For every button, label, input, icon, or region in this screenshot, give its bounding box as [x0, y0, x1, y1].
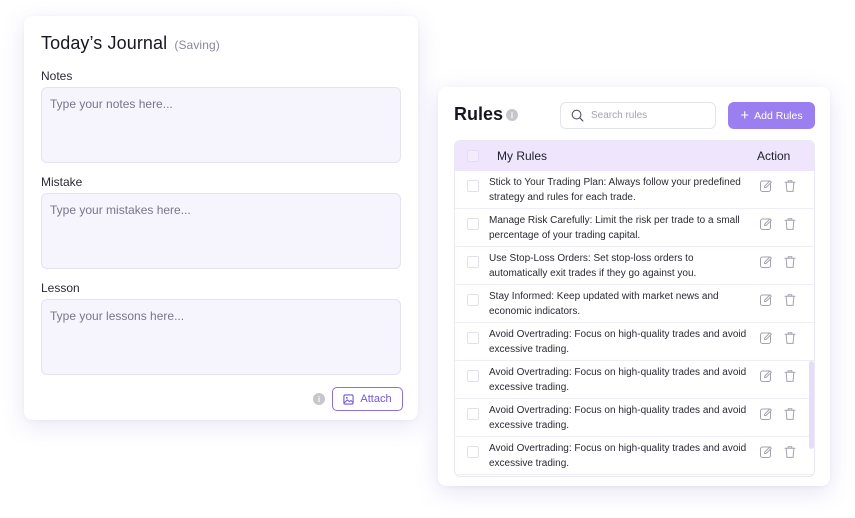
info-icon[interactable]: i: [313, 393, 325, 405]
edit-icon[interactable]: [759, 217, 773, 231]
trash-icon[interactable]: [783, 179, 797, 193]
rules-card: Rules i + Add Rules My Rules Action Stic…: [438, 87, 830, 486]
attach-label: Attach: [360, 393, 392, 405]
row-checkbox[interactable]: [467, 294, 479, 306]
table-row: Stick to Your Trading Plan: Always follo…: [455, 171, 814, 209]
row-checkbox[interactable]: [467, 180, 479, 192]
mistake-label: Mistake: [41, 175, 83, 189]
rule-text: Stay Informed: Keep updated with market …: [489, 291, 719, 317]
row-checkbox[interactable]: [467, 218, 479, 230]
lesson-field[interactable]: [41, 299, 401, 375]
add-rules-button[interactable]: + Add Rules: [728, 102, 815, 129]
rule-text: Avoid Overtrading: Focus on high-quality…: [489, 367, 747, 393]
row-checkbox[interactable]: [467, 370, 479, 382]
rules-title: Rules: [454, 104, 504, 124]
app-stage: Today’s Journal (Saving) Notes Mistake L…: [0, 0, 855, 518]
add-rules-label: Add Rules: [754, 109, 803, 122]
table-header: My Rules Action: [455, 141, 814, 171]
row-checkbox[interactable]: [467, 446, 479, 458]
edit-icon[interactable]: [759, 293, 773, 307]
journal-title-text: Today’s Journal: [41, 33, 168, 53]
search-box[interactable]: [560, 102, 716, 129]
edit-icon[interactable]: [759, 179, 773, 193]
rule-text: Avoid Overtrading: Focus on high-quality…: [489, 443, 747, 469]
table-row: Avoid Overtrading: Focus on high-quality…: [455, 323, 814, 361]
edit-icon[interactable]: [759, 255, 773, 269]
rule-text: Avoid Overtrading: Focus on high-quality…: [489, 329, 747, 355]
saving-status: (Saving): [174, 38, 220, 52]
select-all-checkbox[interactable]: [467, 150, 479, 162]
lesson-label: Lesson: [41, 281, 80, 295]
edit-icon[interactable]: [759, 445, 773, 459]
notes-field[interactable]: [41, 87, 401, 163]
trash-icon[interactable]: [783, 331, 797, 345]
table-row: Stay Informed: Keep updated with market …: [455, 285, 814, 323]
attach-button[interactable]: Attach: [332, 387, 403, 411]
journal-card: Today’s Journal (Saving) Notes Mistake L…: [24, 16, 418, 420]
mistake-field[interactable]: [41, 193, 401, 269]
table-body: Stick to Your Trading Plan: Always follo…: [455, 171, 814, 475]
trash-icon[interactable]: [783, 445, 797, 459]
trash-icon[interactable]: [783, 293, 797, 307]
table-row: Avoid Overtrading: Focus on high-quality…: [455, 399, 814, 437]
info-icon[interactable]: i: [506, 109, 518, 121]
table-row: Manage Risk Carefully: Limit the risk pe…: [455, 209, 814, 247]
image-icon: [343, 393, 355, 405]
trash-icon[interactable]: [783, 217, 797, 231]
rule-text: Use Stop-Loss Orders: Set stop-loss orde…: [489, 253, 697, 279]
table-row: Avoid Overtrading: Focus on high-quality…: [455, 437, 814, 475]
rule-text: Avoid Overtrading: Focus on high-quality…: [489, 405, 747, 431]
trash-icon[interactable]: [783, 255, 797, 269]
notes-label: Notes: [41, 69, 73, 83]
row-checkbox[interactable]: [467, 408, 479, 420]
journal-title: Today’s Journal (Saving): [41, 33, 220, 54]
trash-icon[interactable]: [783, 407, 797, 421]
edit-icon[interactable]: [759, 331, 773, 345]
trash-icon[interactable]: [783, 369, 797, 383]
rule-text: Manage Risk Carefully: Limit the risk pe…: [489, 215, 740, 241]
plus-icon: +: [740, 106, 750, 124]
row-checkbox[interactable]: [467, 256, 479, 268]
rules-table: My Rules Action Stick to Your Trading Pl…: [454, 140, 815, 477]
edit-icon[interactable]: [759, 407, 773, 421]
search-icon: [571, 109, 584, 122]
table-row: Avoid Overtrading: Focus on high-quality…: [455, 361, 814, 399]
row-checkbox[interactable]: [467, 332, 479, 344]
table-row: Use Stop-Loss Orders: Set stop-loss orde…: [455, 247, 814, 285]
rule-text: Stick to Your Trading Plan: Always follo…: [489, 177, 741, 203]
edit-icon[interactable]: [759, 369, 773, 383]
column-header-my-rules: My Rules: [497, 149, 548, 163]
search-input[interactable]: [591, 110, 703, 121]
column-header-action: Action: [757, 149, 791, 163]
scrollbar-thumb[interactable]: [809, 361, 814, 449]
